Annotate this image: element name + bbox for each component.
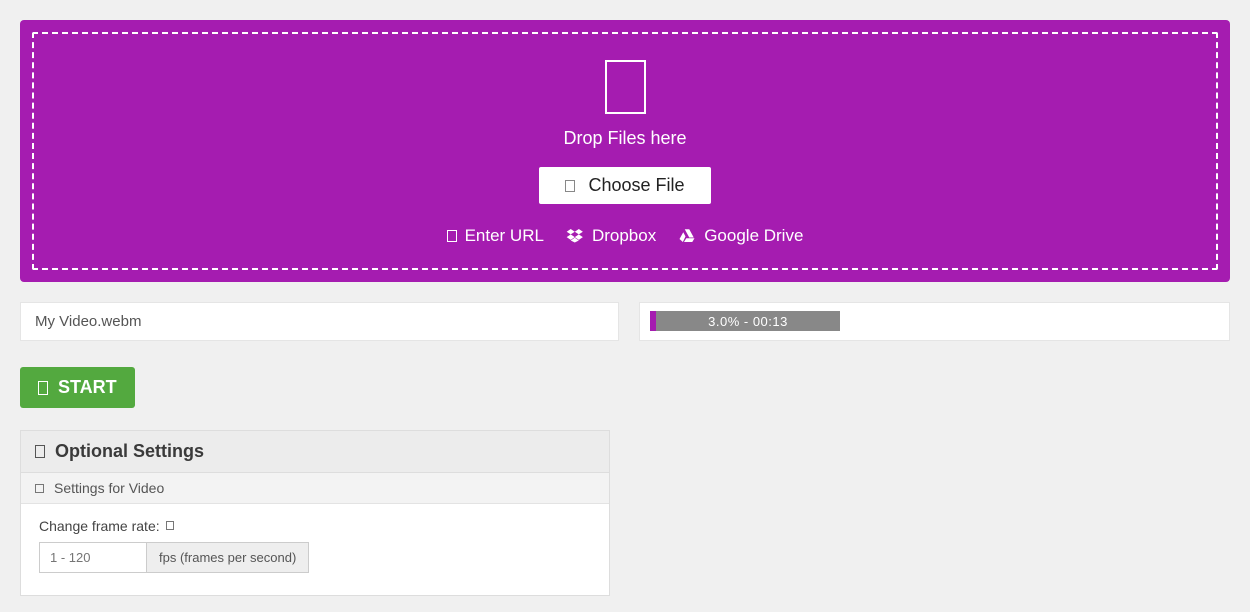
enter-url-button[interactable]: Enter URL [447,226,544,246]
dropbox-icon [566,227,584,245]
dropbox-label: Dropbox [592,226,656,246]
upload-progress-panel: 3.0% - 00:13 [639,302,1230,341]
document-icon [605,60,646,114]
video-settings-header[interactable]: Settings for Video [21,473,609,504]
dropbox-button[interactable]: Dropbox [566,226,656,246]
google-drive-icon [678,227,696,245]
drop-files-label: Drop Files here [44,128,1206,149]
video-settings-title: Settings for Video [54,480,164,496]
enter-url-label: Enter URL [465,226,544,246]
source-options: Enter URL Dropbox Google Drive [44,226,1206,246]
progress-bar: 3.0% - 00:13 [650,311,840,331]
choose-file-label: Choose File [588,175,684,195]
help-icon[interactable] [166,521,174,530]
play-icon [38,381,48,395]
progress-text: 3.0% - 00:13 [708,314,788,329]
optional-settings-panel: Optional Settings Settings for Video Cha… [20,430,610,596]
dropzone-inner: Drop Files here Choose File Enter URL Dr… [32,32,1218,270]
start-button[interactable]: START [20,367,135,408]
frame-rate-input[interactable] [39,542,147,573]
optional-settings-title: Optional Settings [55,441,204,462]
link-icon [447,230,457,242]
settings-icon [35,445,45,458]
collapse-icon [35,484,44,493]
video-settings-body: Change frame rate: fps (frames per secon… [21,504,609,595]
file-dropzone[interactable]: Drop Files here Choose File Enter URL Dr… [20,20,1230,282]
choose-file-button[interactable]: Choose File [539,167,710,204]
frame-rate-label: Change frame rate: [39,518,591,534]
optional-settings-header[interactable]: Optional Settings [21,431,609,473]
file-row: My Video.webm 3.0% - 00:13 [20,302,1230,341]
frame-rate-label-text: Change frame rate: [39,518,160,534]
frame-rate-suffix: fps (frames per second) [147,542,309,573]
file-icon [565,180,575,192]
google-drive-label: Google Drive [704,226,803,246]
file-name-display: My Video.webm [20,302,619,341]
start-label: START [58,377,117,398]
google-drive-button[interactable]: Google Drive [678,226,803,246]
